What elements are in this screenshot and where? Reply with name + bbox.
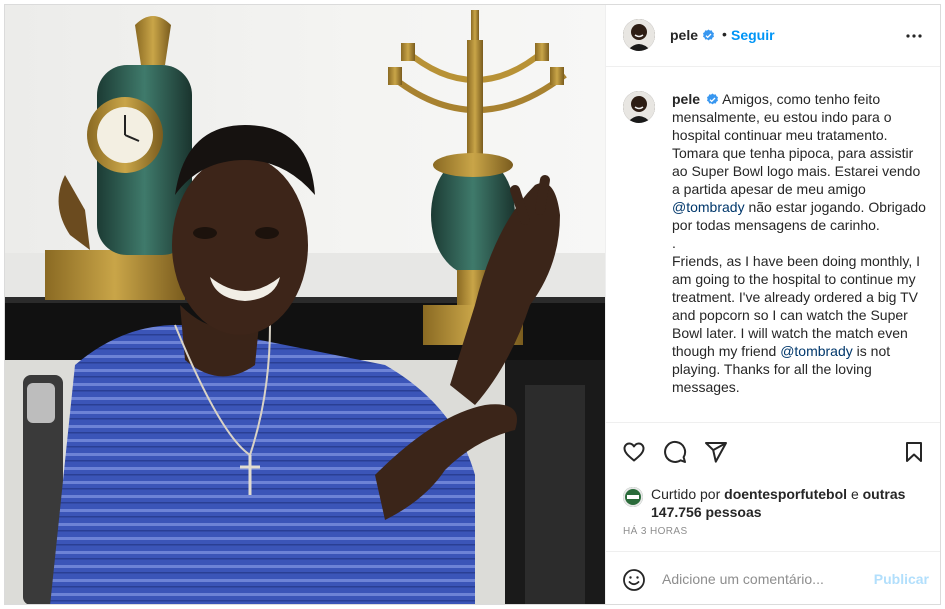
liked-by-username[interactable]: doentesporfutebol bbox=[724, 486, 847, 502]
caption-username[interactable]: pele bbox=[672, 91, 700, 107]
post-caption: pele Amigos, como tenho feito mensalment… bbox=[672, 90, 927, 396]
post-photo-illustration bbox=[5, 5, 605, 604]
caption-separator: . bbox=[672, 235, 676, 251]
add-comment-bar: Publicar bbox=[606, 551, 940, 604]
comment-input[interactable] bbox=[662, 569, 862, 589]
more-horizontal-icon[interactable] bbox=[902, 24, 926, 48]
profile-photo-avatar bbox=[623, 91, 655, 123]
comments-section: pele Amigos, como tenho feito mensalment… bbox=[606, 67, 940, 422]
follow-button[interactable]: Seguir bbox=[731, 27, 775, 43]
post-header: pele • Seguir bbox=[606, 5, 940, 67]
publish-button[interactable]: Publicar bbox=[874, 571, 929, 587]
caption-author-avatar[interactable] bbox=[623, 91, 655, 123]
instagram-post-window: pele • Seguir pele Amigos, como tenho fe… bbox=[4, 4, 941, 605]
comment-bubble-icon[interactable] bbox=[663, 440, 687, 464]
post-timestamp[interactable]: HÁ 3 HORAS bbox=[623, 526, 688, 537]
heart-icon[interactable] bbox=[622, 440, 646, 464]
bookmark-icon[interactable] bbox=[902, 440, 926, 464]
caption-portuguese: pele Amigos, como tenho feito mensalment… bbox=[672, 90, 927, 234]
paper-plane-share-icon[interactable] bbox=[704, 440, 728, 464]
author-username-text[interactable]: pele bbox=[670, 27, 698, 43]
mention-link-pt[interactable]: @tombrady bbox=[672, 199, 745, 215]
verified-badge-icon bbox=[707, 93, 718, 105]
post-photo[interactable] bbox=[5, 5, 605, 604]
verified-badge-icon bbox=[703, 29, 714, 41]
profile-photo-avatar bbox=[623, 19, 655, 51]
caption-text-pt: Amigos, como tenho feito mensalmente, eu… bbox=[672, 91, 925, 197]
smiley-emoji-icon[interactable] bbox=[622, 568, 646, 592]
author-username[interactable]: pele bbox=[670, 27, 715, 43]
liker-avatar-icon bbox=[623, 487, 643, 507]
caption-english: Friends, as I have been doing monthly, I… bbox=[672, 252, 927, 396]
liker-avatar[interactable] bbox=[623, 487, 643, 507]
likes-prefix: Curtido por bbox=[651, 486, 721, 502]
header-separator: • bbox=[722, 26, 727, 42]
author-avatar[interactable] bbox=[623, 19, 655, 51]
mention-link-en[interactable]: @tombrady bbox=[780, 343, 853, 359]
likes-conjunction: e bbox=[850, 486, 859, 502]
post-details-panel: pele • Seguir pele Amigos, como tenho fe… bbox=[605, 5, 940, 604]
likes-text: Curtido por doentesporfutebol e outras 1… bbox=[651, 485, 931, 521]
post-actions: Curtido por doentesporfutebol e outras 1… bbox=[606, 422, 940, 524]
